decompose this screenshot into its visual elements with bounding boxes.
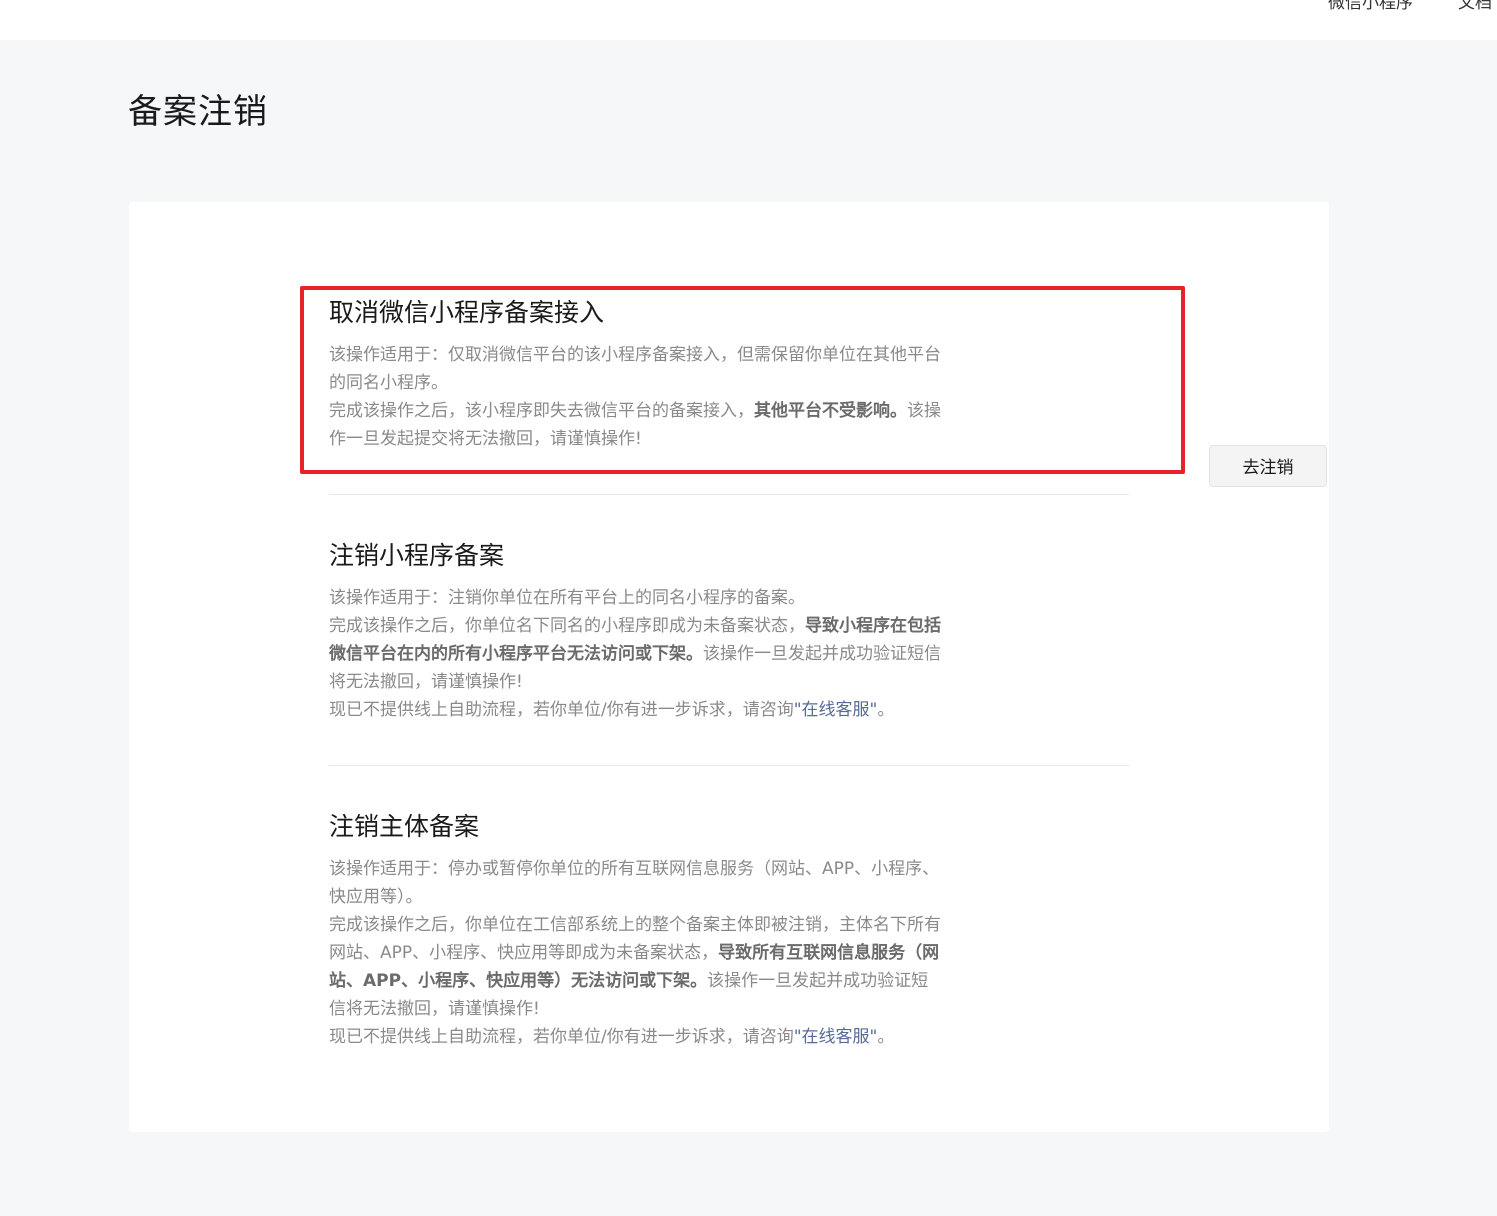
- section-description: 该操作适用于：仅取消微信平台的该小程序备案接入，但需保留你单位在其他平台的同名小…: [329, 341, 944, 453]
- consequence-text: 完成该操作之后，该小程序即失去微信平台的备案接入，其他平台不受影响。该操作一旦发…: [329, 401, 941, 449]
- section-description: 该操作适用于：停办或暂停你单位的所有互联网信息服务（网站、APP、小程序、快应用…: [329, 855, 944, 1051]
- applicability-text: 该操作适用于：注销你单位在所有平台上的同名小程序的备案。: [329, 588, 805, 608]
- section-divider: [329, 765, 1129, 766]
- online-service-link[interactable]: "在线客服": [794, 1027, 878, 1047]
- section-title: 注销小程序备案: [329, 541, 505, 570]
- page-title: 备案注销: [128, 92, 268, 132]
- cancel-access-button[interactable]: 去注销: [1209, 445, 1327, 487]
- applicability-text: 该操作适用于：仅取消微信平台的该小程序备案接入，但需保留你单位在其他平台的同名小…: [329, 345, 941, 393]
- section-divider: [329, 494, 1129, 495]
- consequence-text: 完成该操作之后，你单位在工信部系统上的整个备案主体即被注销，主体名下所有网站、A…: [329, 915, 941, 1019]
- section-cancel-wechat-access: 取消微信小程序备案接入 该操作适用于：仅取消微信平台的该小程序备案接入，但需保留…: [329, 296, 1327, 487]
- contact-text: 现已不提供线上自助流程，若你单位/你有进一步诉求，请咨询"在线客服"。: [329, 1027, 895, 1047]
- applicability-text: 该操作适用于：停办或暂停你单位的所有互联网信息服务（网站、APP、小程序、快应用…: [329, 859, 940, 907]
- online-service-link[interactable]: "在线客服": [794, 700, 878, 720]
- contact-text: 现已不提供线上自助流程，若你单位/你有进一步诉求，请咨询"在线客服"。: [329, 700, 895, 720]
- consequence-text: 完成该操作之后，你单位名下同名的小程序即成为未备案状态，导致小程序在包括微信平台…: [329, 616, 941, 692]
- nav-item-miniprogram[interactable]: 微信小程序: [1328, 0, 1413, 13]
- nav-item-docs[interactable]: 文档: [1458, 0, 1492, 13]
- section-title: 注销主体备案: [329, 812, 480, 841]
- warning-bold-text: 其他平台不受影响。: [754, 401, 907, 421]
- section-description: 该操作适用于：注销你单位在所有平台上的同名小程序的备案。 完成该操作之后，你单位…: [329, 584, 944, 724]
- content-card: 取消微信小程序备案接入 该操作适用于：仅取消微信平台的该小程序备案接入，但需保留…: [129, 202, 1329, 1132]
- section-title: 取消微信小程序备案接入: [329, 298, 605, 327]
- section-cancel-miniprogram-filing: 注销小程序备案 该操作适用于：注销你单位在所有平台上的同名小程序的备案。 完成该…: [329, 539, 1129, 724]
- section-cancel-entity-filing: 注销主体备案 该操作适用于：停办或暂停你单位的所有互联网信息服务（网站、APP、…: [329, 810, 1129, 1051]
- top-navigation-bar: 微信小程序 文档: [0, 0, 1497, 40]
